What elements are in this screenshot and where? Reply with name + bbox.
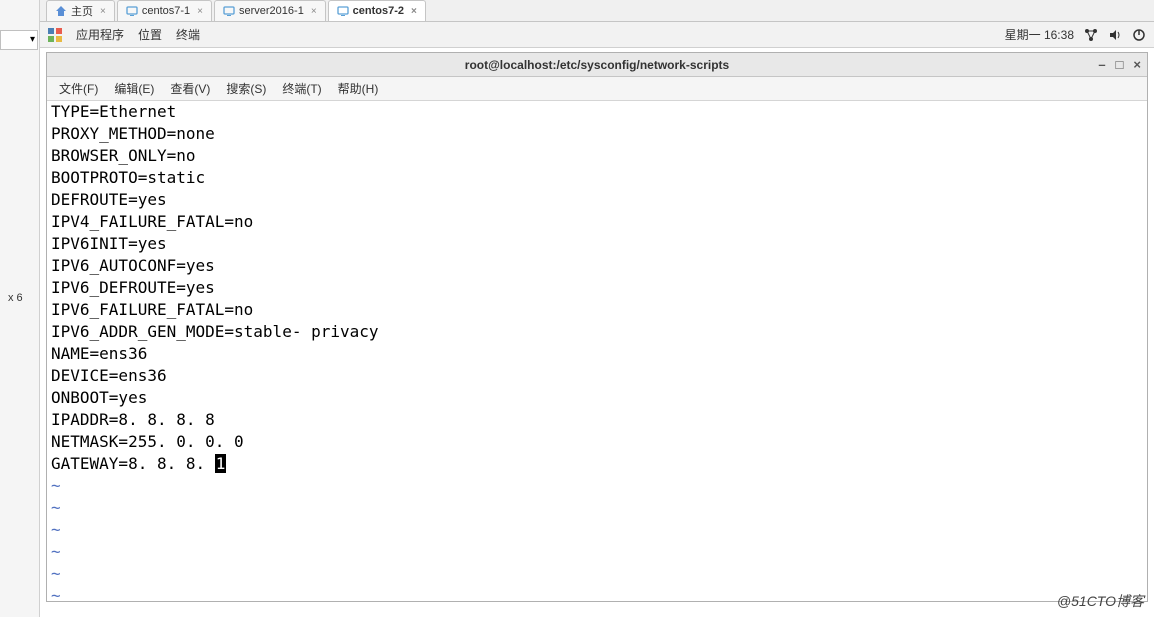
menu-search[interactable]: 搜索(S) [220,77,272,100]
gnome-right: 星期一 16:38 [1005,26,1146,43]
terminal-menu-entry[interactable]: 终端 [176,26,200,43]
tab-label: server2016-1 [239,5,304,17]
tab-label: centos7-2 [353,5,404,17]
places-menu[interactable]: 位置 [138,26,162,43]
vm-icon [126,5,138,17]
window-titlebar[interactable]: root@localhost:/etc/sysconfig/network-sc… [47,53,1147,77]
close-button[interactable]: × [1133,57,1141,72]
applications-menu[interactable]: 应用程序 [76,26,124,43]
window-controls: – □ × [1098,57,1141,72]
menu-edit[interactable]: 编辑(E) [108,77,160,100]
terminal-content[interactable]: TYPE=Ethernet PROXY_METHOD=none BROWSER_… [47,101,1147,601]
tab-label: centos7-1 [142,5,190,17]
left-label: x 6 [8,292,23,304]
left-sidebar: ▾ x 6 [0,0,40,617]
menu-help[interactable]: 帮助(H) [332,77,385,100]
tab-server2016-1[interactable]: server2016-1 × [214,0,326,21]
vim-tilde: ~ [51,498,61,517]
gnome-topbar: 应用程序 位置 终端 星期一 16:38 [40,22,1154,48]
volume-icon[interactable] [1108,28,1122,42]
power-icon[interactable] [1132,28,1146,42]
menu-terminal[interactable]: 终端(T) [276,77,327,100]
menu-view[interactable]: 查看(V) [164,77,216,100]
left-dropdown[interactable]: ▾ [0,30,38,50]
cursor: 1 [215,454,227,473]
vim-tilde: ~ [51,542,61,561]
tab-主页[interactable]: 主页 × [46,0,115,21]
tab-label: 主页 [71,3,93,19]
tab-bar: 主页 × centos7-1 × server2016-1 × centos7-2 × [40,0,1154,22]
datetime-label[interactable]: 星期一 16:38 [1005,26,1074,43]
menu-file[interactable]: 文件(F) [53,77,104,100]
close-icon[interactable]: × [311,6,317,17]
app-launcher-icon[interactable] [48,28,62,42]
window-title: root@localhost:/etc/sysconfig/network-sc… [465,58,729,72]
close-icon[interactable]: × [100,6,106,17]
minimize-button[interactable]: – [1098,57,1105,72]
watermark: @51CTO博客 [1057,591,1144,611]
vim-tilde: ~ [51,564,61,583]
vm-icon [337,5,349,17]
vim-tilde: ~ [51,520,61,539]
terminal-menubar: 文件(F) 编辑(E) 查看(V) 搜索(S) 终端(T) 帮助(H) [47,77,1147,101]
network-icon[interactable] [1084,28,1098,42]
vim-tilde: ~ [51,586,61,601]
chevron-down-icon: ▾ [30,34,35,45]
main-area: 主页 × centos7-1 × server2016-1 × centos7-2 × 应用程… [40,0,1154,617]
terminal-window: root@localhost:/etc/sysconfig/network-sc… [46,52,1148,602]
tab-centos7-1[interactable]: centos7-1 × [117,0,212,21]
gnome-left: 应用程序 位置 终端 [48,26,200,43]
home-icon [55,5,67,17]
maximize-button[interactable]: □ [1116,57,1124,72]
close-icon[interactable]: × [411,6,417,17]
tab-centos7-2[interactable]: centos7-2 × [328,0,426,21]
vm-icon [223,5,235,17]
close-icon[interactable]: × [197,6,203,17]
vim-tilde: ~ [51,476,61,495]
